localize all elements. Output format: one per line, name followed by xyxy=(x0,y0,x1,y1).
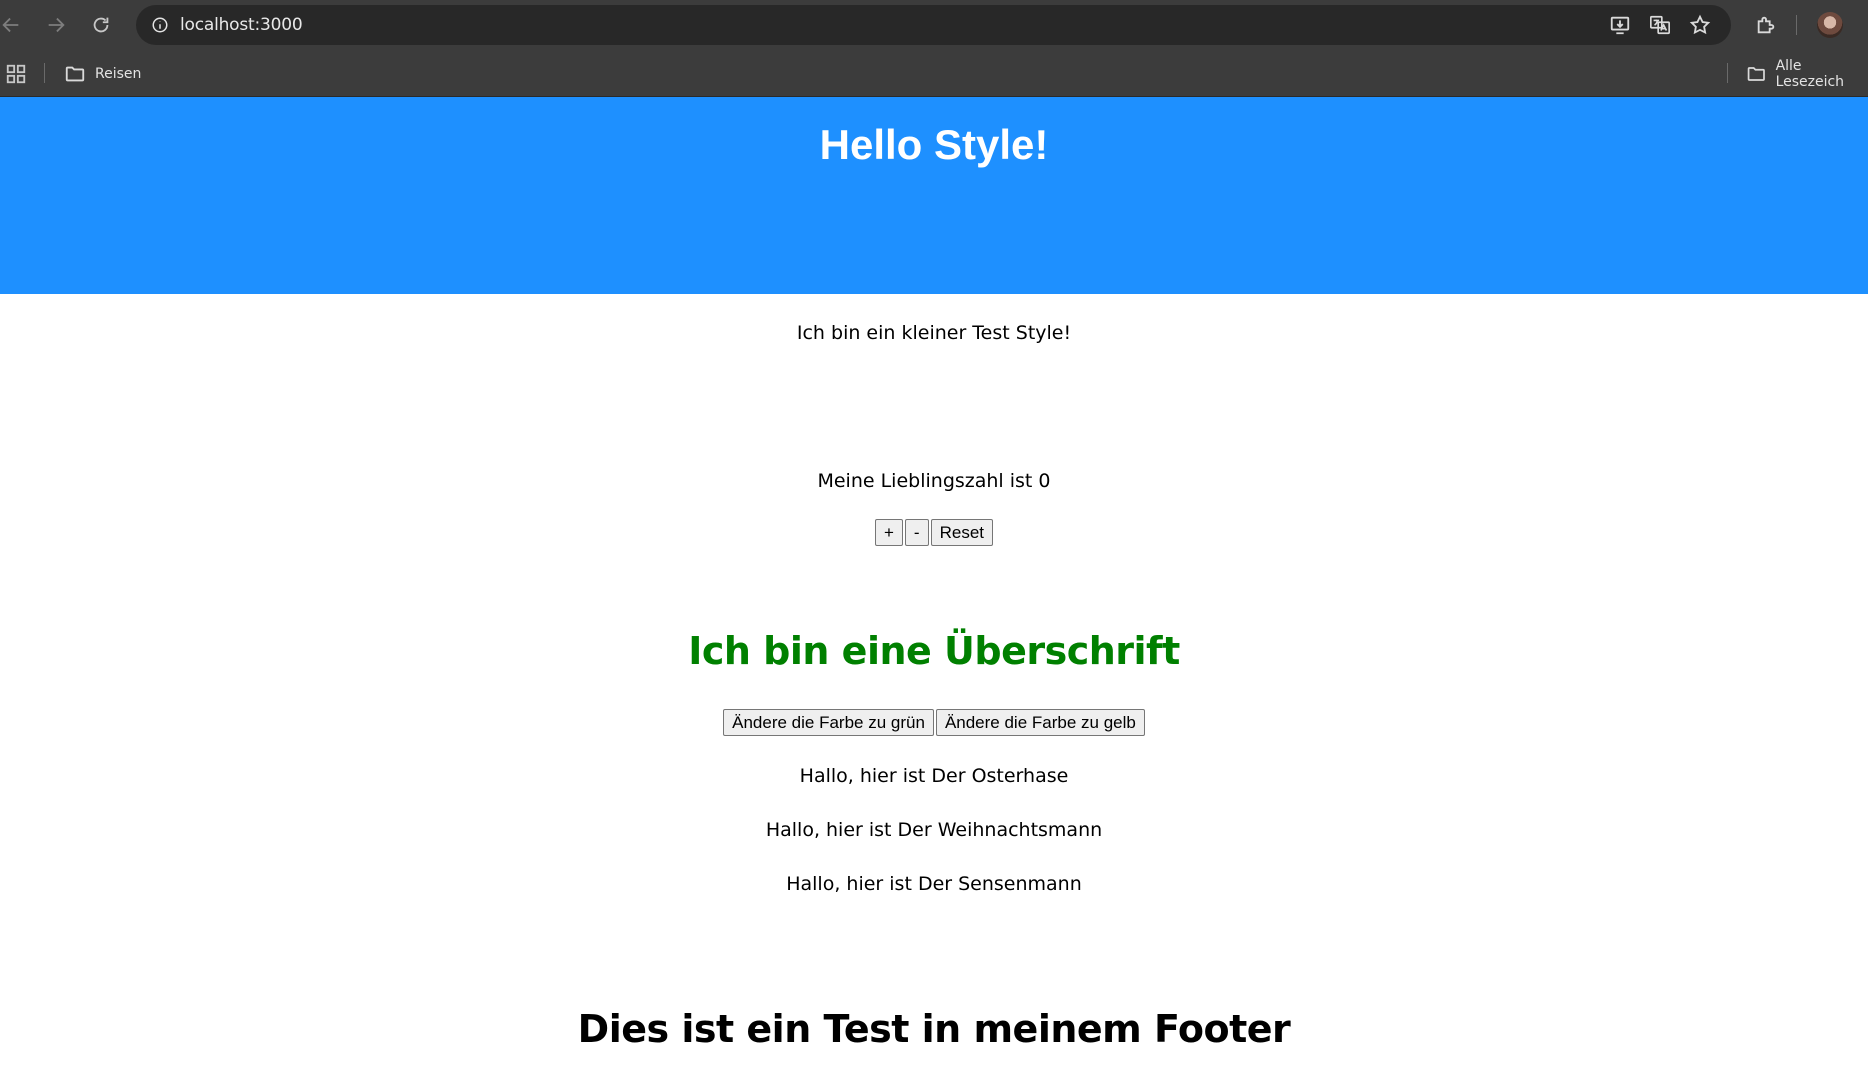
install-icon xyxy=(1610,16,1630,35)
increment-button[interactable]: + xyxy=(874,519,903,546)
colored-heading: Ich bin eine Überschrift xyxy=(688,629,1180,673)
extensions-button[interactable] xyxy=(1751,10,1781,40)
greeting-3: Hallo, hier ist Der Sensenmann xyxy=(786,873,1082,895)
install-app-button[interactable] xyxy=(1607,12,1633,38)
forward-icon xyxy=(48,17,65,33)
forward-button[interactable] xyxy=(41,10,71,40)
reload-button[interactable] xyxy=(86,10,116,40)
page-content: Hello Style! Ich bin ein kleiner Test St… xyxy=(0,97,1868,1076)
bookmark-label: Alle Lesezeich xyxy=(1775,58,1845,90)
reset-button[interactable]: Reset xyxy=(930,519,994,546)
color-buttons: Ändere die Farbe zu grün Ändere die Farb… xyxy=(0,709,1868,736)
decrement-button[interactable]: - xyxy=(904,519,929,546)
star-icon xyxy=(1689,14,1711,35)
color-green-button[interactable]: Ändere die Farbe zu grün xyxy=(723,709,934,736)
bookmarks-divider-right xyxy=(1727,63,1728,83)
counter-text: Meine Lieblingszahl ist 0 xyxy=(817,470,1051,492)
apps-icon[interactable] xyxy=(5,63,27,85)
translate-icon xyxy=(1650,15,1670,35)
translate-button[interactable] xyxy=(1647,12,1673,38)
address-bar[interactable]: localhost:3000 xyxy=(136,5,1731,45)
footer-heading: Dies ist ein Test in meinem Footer xyxy=(577,1007,1291,1051)
reload-icon xyxy=(93,17,109,33)
site-info-button[interactable] xyxy=(146,11,174,39)
greeting-2: Hallo, hier ist Der Weihnachtsmann xyxy=(765,819,1103,841)
bookmark-folder-reisen[interactable]: Reisen xyxy=(64,60,141,88)
folder-icon xyxy=(65,66,85,82)
extensions-icon xyxy=(1757,16,1775,34)
intro-text: Ich bin ein kleiner Test Style! xyxy=(796,322,1072,344)
browser-toolbar: localhost:3000 xyxy=(0,0,1868,50)
url-text[interactable]: localhost:3000 xyxy=(180,15,303,35)
folder-icon xyxy=(1747,67,1765,81)
hero-title: Hello Style! xyxy=(819,121,1049,168)
bookmark-star-button[interactable] xyxy=(1687,12,1713,38)
greeting-1: Hallo, hier ist Der Osterhase xyxy=(799,765,1069,787)
profile-avatar[interactable] xyxy=(1817,12,1843,38)
bookmarks-bar: Reisen Alle Lesezeich xyxy=(0,50,1868,97)
hero-banner: Hello Style! xyxy=(0,97,1868,294)
bookmarks-divider xyxy=(44,63,45,83)
back-icon xyxy=(2,17,19,33)
toolbar-divider xyxy=(1796,15,1797,35)
back-button[interactable] xyxy=(0,10,26,40)
bookmark-folder-all[interactable]: Alle Lesezeich xyxy=(1746,58,1868,90)
color-yellow-button[interactable]: Ändere die Farbe zu gelb xyxy=(935,709,1145,736)
bookmark-label: Reisen xyxy=(95,66,142,82)
site-info-icon xyxy=(152,17,168,33)
counter-buttons: + - Reset xyxy=(0,519,1868,546)
